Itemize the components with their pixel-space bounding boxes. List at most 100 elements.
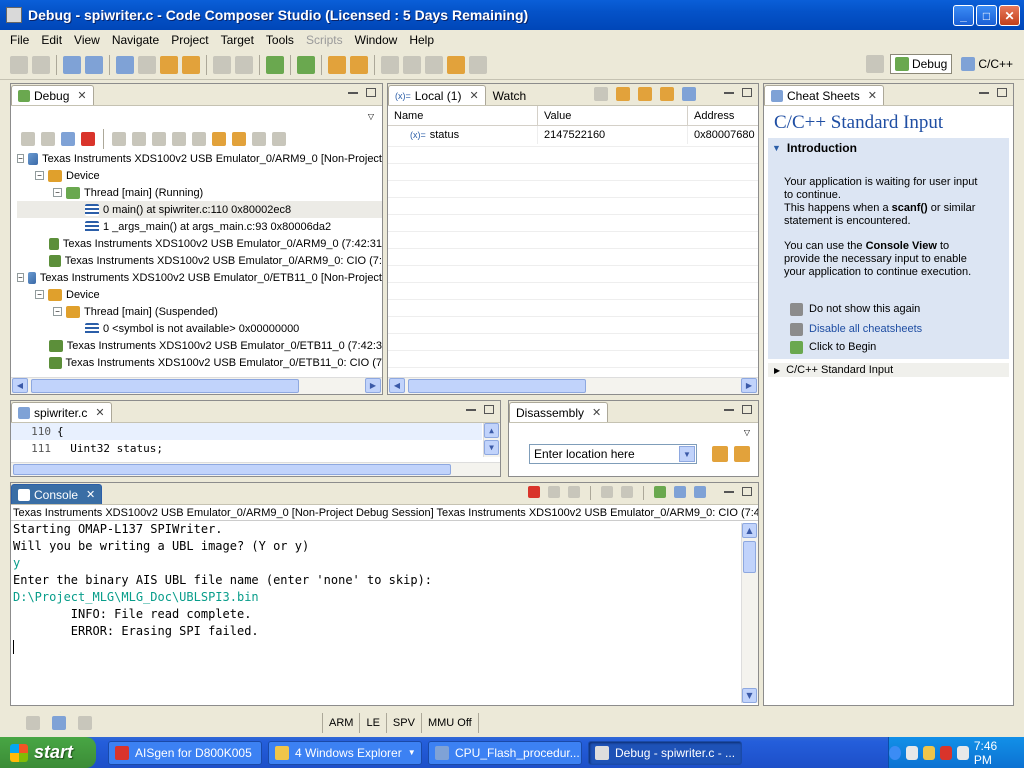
task-windows-explorer[interactable]: 4 Windows Explorer ▼ [268,740,422,765]
save-icon[interactable] [10,55,28,74]
remove-terminated-icon[interactable] [21,132,35,146]
print-icon[interactable] [63,55,81,74]
minimize-button[interactable]: _ [953,5,974,26]
tree-node[interactable]: 0 main() at spiwriter.c:110 0x80002ec8 [17,201,382,218]
click-to-begin-link[interactable]: Click to Begin [768,339,1009,359]
column-header-name[interactable]: Name [388,106,538,125]
collapse-all-icon[interactable] [272,132,286,146]
prev-annotation-icon[interactable] [403,55,421,74]
tree-node[interactable]: 1 _args_main() at args_main.c:93 0x80006… [17,218,382,235]
start-button[interactable]: start [0,737,96,768]
scroll-left-icon[interactable]: ◀ [389,378,405,393]
tab-spiwriter[interactable]: spiwriter.c ✕ [11,402,112,422]
task-aisgen[interactable]: AISgen for D800K005 [108,740,262,765]
load-program-icon[interactable] [160,55,178,74]
cheatsheet-item[interactable]: ▶ C/C++ Standard Input [768,363,1009,377]
section-header[interactable]: ▼ Introduction [768,138,1009,158]
pin-view-icon[interactable] [682,87,696,101]
refresh-icon[interactable] [616,87,630,101]
skip-breakpoints-icon[interactable] [235,55,253,74]
tray-app-icon[interactable] [956,745,969,760]
lock-icon[interactable] [660,87,674,101]
minimize-view-icon[interactable] [466,408,476,411]
code-line[interactable]: 111 Uint32 status; [11,440,482,457]
status-tool-icon[interactable] [78,716,92,730]
menu-project[interactable]: Project [165,33,214,47]
minimize-view-icon[interactable] [724,91,734,94]
connect-icon[interactable] [138,55,156,74]
reload-icon[interactable] [182,55,200,74]
refresh-icon[interactable] [734,446,750,462]
step-over-icon[interactable] [132,132,146,146]
minimize-view-icon[interactable] [979,91,989,94]
view-menu-icon[interactable]: ▽ [744,428,750,437]
suspend-icon[interactable] [61,132,75,146]
go-to-address-icon[interactable] [712,446,728,462]
scroll-right-icon[interactable]: ▶ [365,378,381,393]
variables-hscroll[interactable]: ◀ ▶ [388,377,758,394]
menu-target[interactable]: Target [215,33,260,47]
tab-local[interactable]: (x)= Local (1) ✕ [388,85,486,105]
connect-target-icon[interactable] [252,132,266,146]
view-menu-icon[interactable]: ▽ [368,112,374,121]
maximize-button[interactable]: □ [976,5,997,26]
resume-icon[interactable] [41,132,55,146]
close-tab-icon[interactable]: ✕ [592,406,601,419]
tray-security-icon[interactable] [939,745,952,760]
editor-vscroll[interactable]: ▲ ▼ [483,423,500,457]
table-row[interactable]: (x)= status 2147522160 0x80007680 [388,126,758,144]
open-perspective-icon[interactable] [865,55,884,73]
assembly-step-into-icon[interactable] [172,132,186,146]
terminate-icon[interactable] [81,132,95,146]
display-console-icon[interactable] [674,486,686,498]
close-tab-icon[interactable]: ✕ [469,89,478,102]
close-tab-icon[interactable]: ✕ [95,406,104,419]
pin-icon[interactable] [350,55,368,74]
perspective-debug[interactable]: Debug [889,54,953,74]
tab-cheat-sheets[interactable]: Cheat Sheets ✕ [764,85,884,105]
close-button[interactable]: ✕ [999,5,1020,26]
tab-watch[interactable]: Watch [486,85,534,105]
menu-scripts[interactable]: Scripts [300,33,349,47]
tree-node[interactable]: Texas Instruments XDS100v2 USB Emulator_… [17,252,382,269]
remove-launch-icon[interactable] [548,486,560,498]
clear-console-icon[interactable] [601,486,613,498]
tree-node[interactable]: − Texas Instruments XDS100v2 USB Emulator… [17,150,382,167]
close-tab-icon[interactable]: ✕ [86,488,95,501]
code-line[interactable]: 110 { [11,423,482,440]
tree-node[interactable]: − Texas Instruments XDS100v2 USB Emulator… [17,269,382,286]
tree-node[interactable]: − Thread [main] (Running) [17,184,382,201]
pencil-icon[interactable] [328,55,346,74]
external-tools-icon[interactable] [297,55,315,74]
collapse-all-icon[interactable] [594,87,608,101]
tree-node[interactable]: − Device [17,286,382,303]
column-header-address[interactable]: Address [688,106,758,125]
menu-edit[interactable]: Edit [35,33,68,47]
maximize-view-icon[interactable] [742,405,752,414]
build-icon[interactable] [85,55,103,74]
code-editor[interactable]: 110 { 111 Uint32 status; ▲ ▼ [11,423,500,457]
scroll-up-icon[interactable]: ▲ [742,523,757,538]
title-bar[interactable]: Debug - spiwriter.c - Code Composer Stud… [0,0,1024,30]
maximize-view-icon[interactable] [997,88,1007,97]
disable-cheatsheets-link[interactable]: Disable all cheatsheets [768,319,1009,339]
console-vscroll[interactable]: ▲ ▼ [741,523,758,703]
breakpoint-icon[interactable] [213,55,231,74]
reset-icon[interactable] [212,132,226,146]
target-config-icon[interactable] [52,716,66,730]
tray-network-icon[interactable] [905,745,918,760]
menu-file[interactable]: File [4,33,35,47]
auto-refresh-icon[interactable] [638,87,652,101]
editor-hscroll[interactable] [11,462,500,476]
scroll-right-icon[interactable]: ▶ [741,378,757,393]
column-header-value[interactable]: Value [538,106,688,125]
tab-debug[interactable]: Debug ✕ [11,85,94,105]
scroll-lock-icon[interactable] [621,486,633,498]
task-cpu-flash[interactable]: CPU_Flash_procedur... [428,740,582,765]
maximize-view-icon[interactable] [742,487,752,496]
location-input[interactable]: Enter location here ▼ [529,444,697,464]
tree-node[interactable]: Texas Instruments XDS100v2 USB Emulator_… [17,337,382,354]
warning-icon[interactable] [922,745,935,760]
console-cursor[interactable] [13,640,740,657]
minimize-view-icon[interactable] [348,91,358,94]
